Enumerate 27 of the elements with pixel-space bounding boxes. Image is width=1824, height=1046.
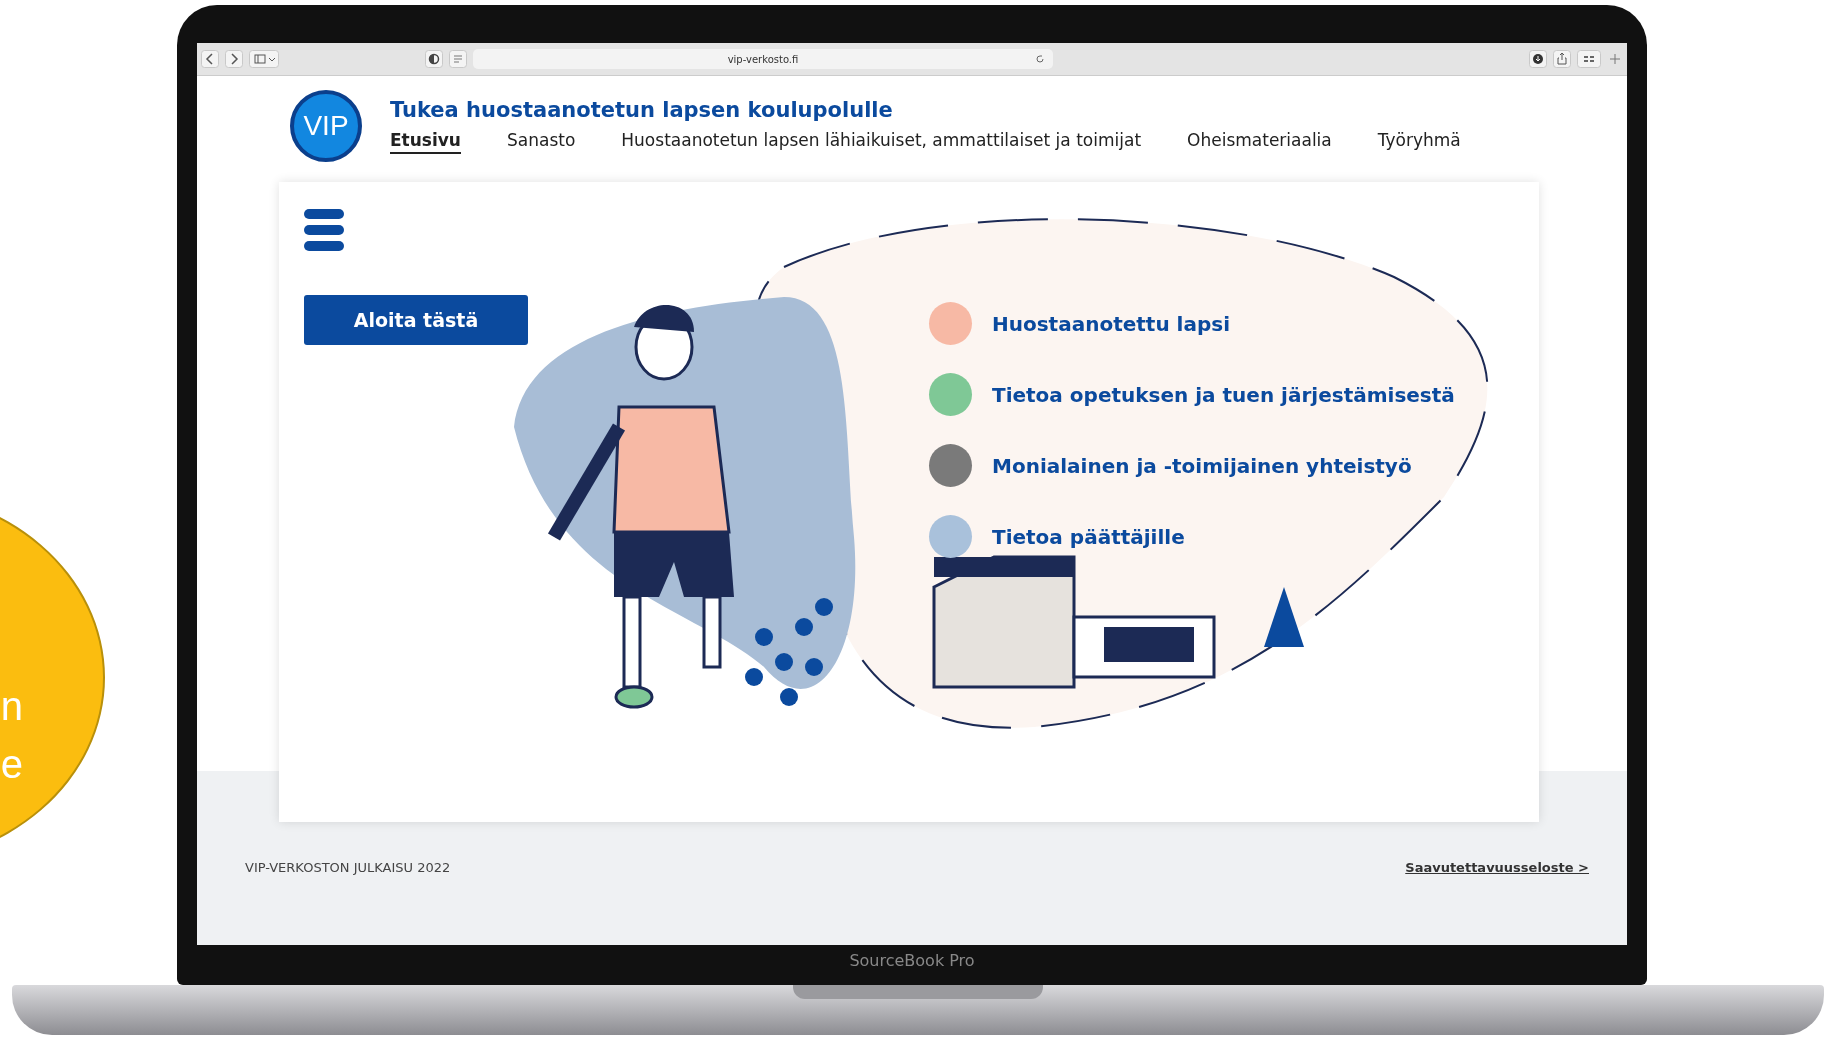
accessibility-link[interactable]: Saavutettavuusseloste > — [1405, 860, 1589, 875]
site-title: Tukea huostaanotetun lapsen koulupolulle — [390, 98, 894, 122]
laptop-label: SourceBook Pro — [848, 951, 976, 970]
nav-link[interactable]: Huostaanotetun lapsen lähiaikuiset, ammattilaiset ja toimijat — [621, 130, 1142, 154]
circle-text: n — [0, 683, 23, 730]
topic-link[interactable]: Huostaanotettu lapsi — [992, 311, 1231, 336]
download-icon[interactable] — [1529, 50, 1547, 68]
shield-icon[interactable] — [425, 50, 443, 68]
share-icon[interactable] — [1553, 50, 1571, 68]
reload-icon[interactable] — [1035, 54, 1045, 64]
topic-link[interactable]: Monialainen ja -toimijainen yhteistyö — [992, 453, 1412, 478]
sidebar-icon[interactable] — [249, 50, 279, 68]
menu-icon[interactable] — [304, 209, 344, 251]
nav-link[interactable]: Etusivu — [390, 130, 461, 154]
forward-icon[interactable] — [225, 50, 243, 68]
address-bar[interactable]: vip-verkosto.fi — [473, 49, 1053, 69]
nav-link[interactable]: Sanasto — [507, 130, 576, 154]
footer-text: VIP-VERKOSTON JULKAISU 2022 — [245, 860, 451, 875]
nav-link[interactable]: Työryhmä — [1377, 130, 1461, 154]
tabs-icon[interactable] — [1577, 50, 1601, 68]
circle-text: e — [0, 741, 23, 788]
logo[interactable]: VIP — [290, 90, 362, 162]
topic-link[interactable]: Tietoa opetuksen ja tuen järjestämisestä — [992, 382, 1455, 407]
start-button[interactable]: Aloita tästä — [304, 295, 528, 345]
back-icon[interactable] — [201, 50, 219, 68]
topic-link[interactable]: Tietoa päättäjille — [992, 524, 1185, 549]
nav-link[interactable]: Oheismateriaalia — [1187, 130, 1332, 154]
